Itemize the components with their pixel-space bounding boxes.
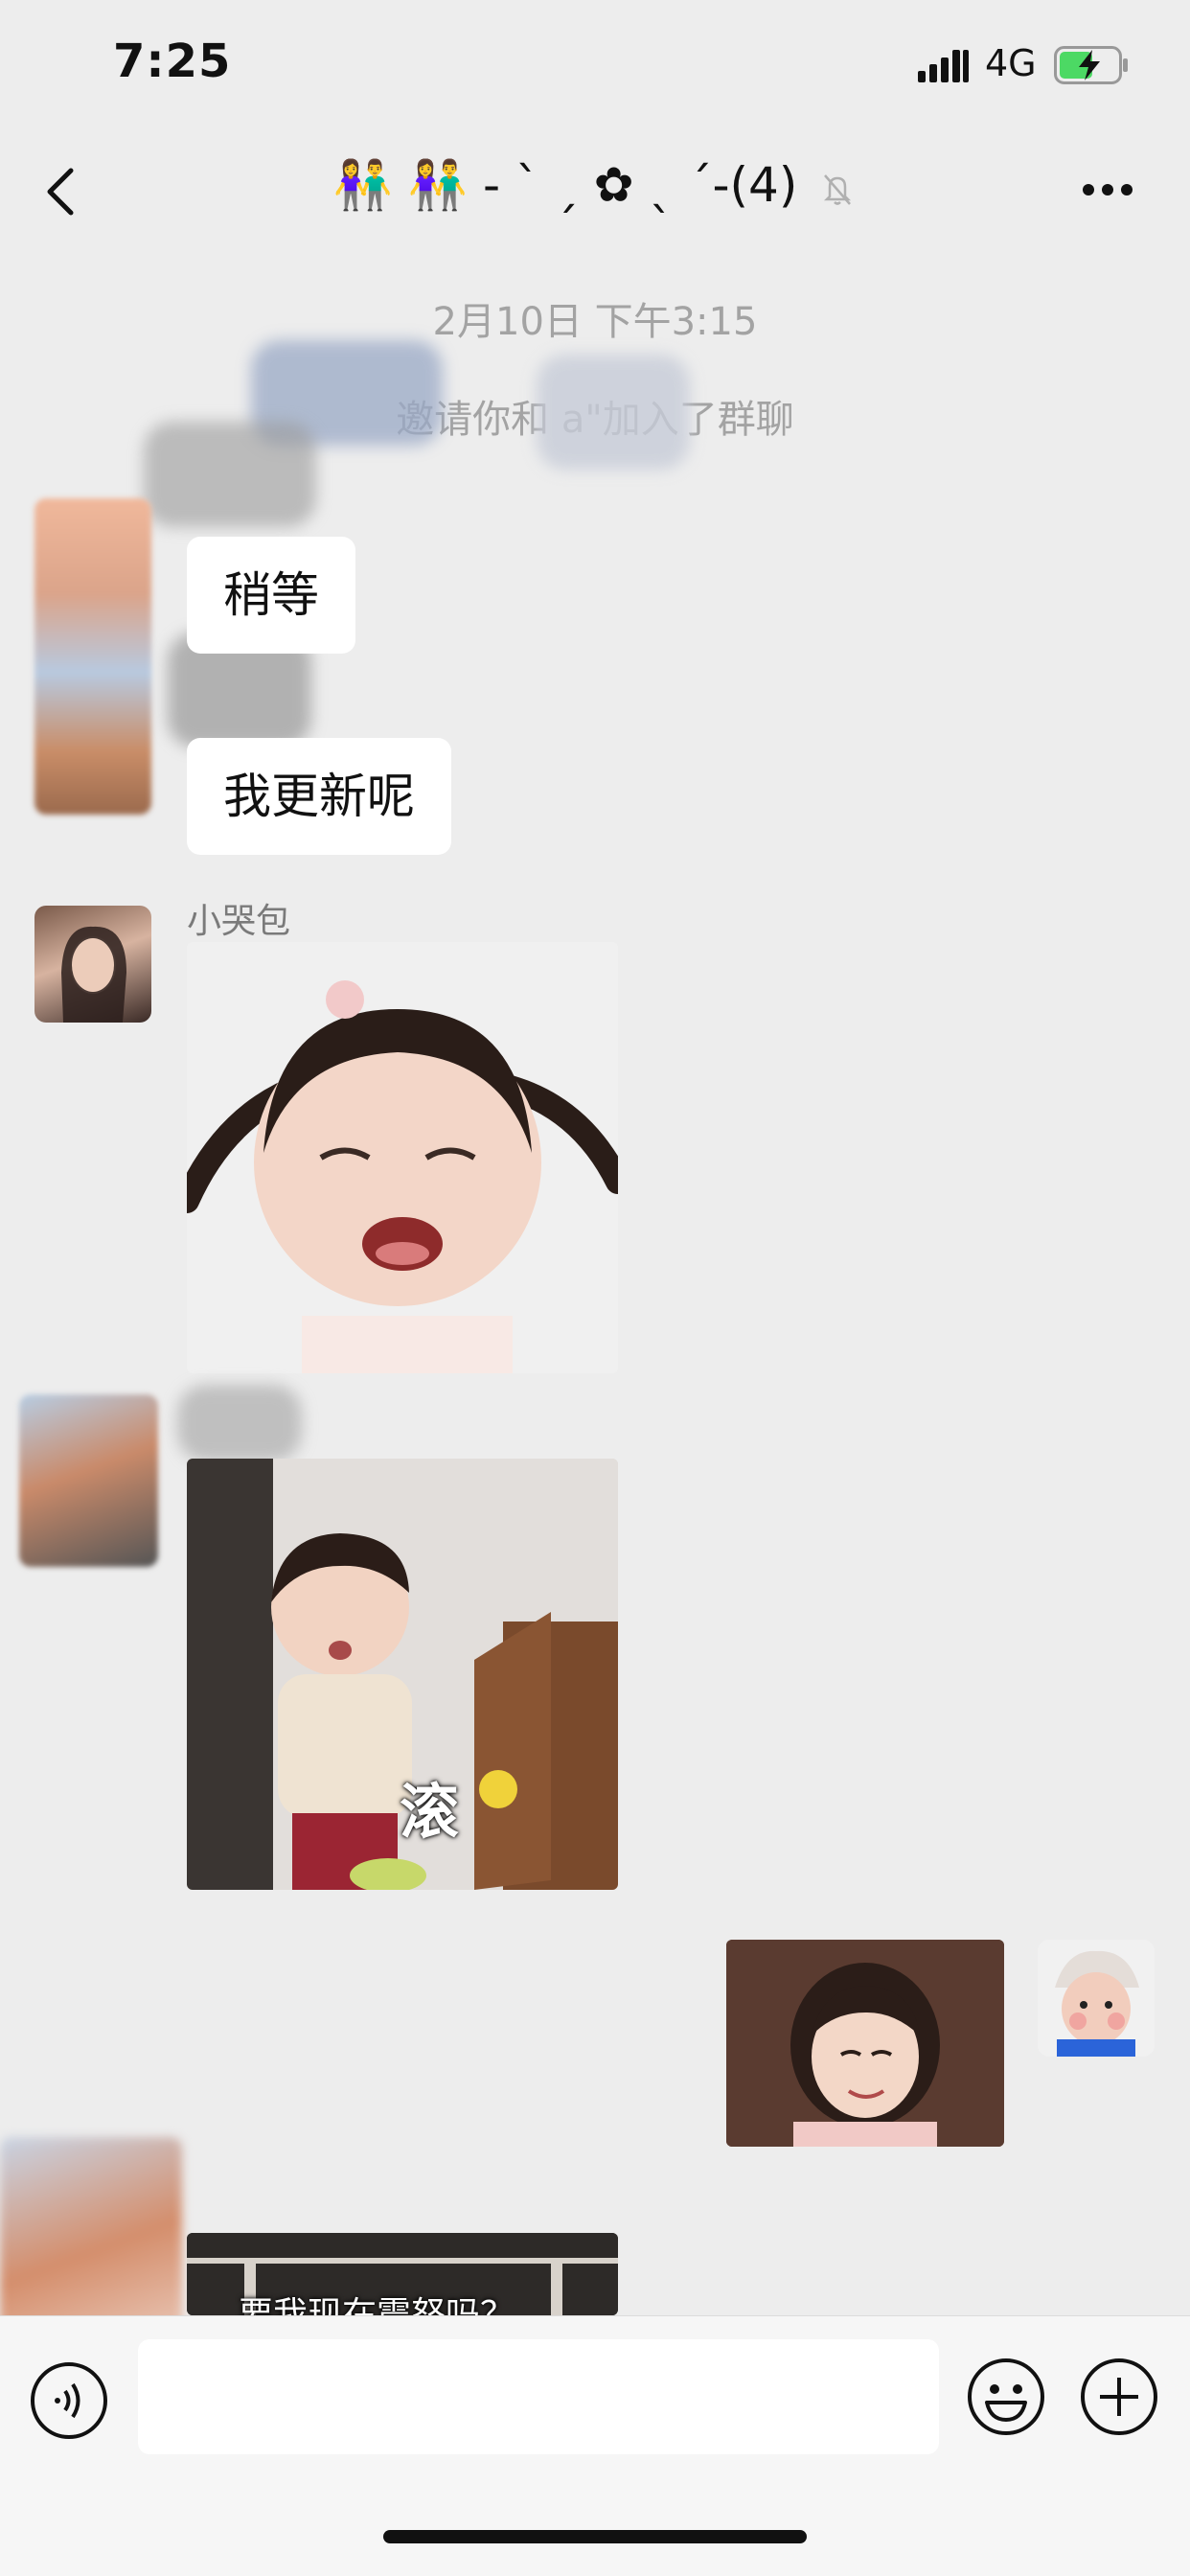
home-indicator — [383, 2530, 807, 2543]
sticker-image[interactable] — [187, 942, 618, 1373]
avatar-portrait — [61, 926, 126, 1023]
plus-icon[interactable] — [1079, 2357, 1159, 2437]
sticker-image[interactable]: 滚 — [187, 1459, 618, 1890]
battery-charging-icon — [1054, 46, 1128, 84]
emoji-icon[interactable] — [966, 2357, 1046, 2437]
status-time: 7:25 — [113, 34, 232, 88]
voice-icon[interactable] — [29, 2360, 109, 2441]
more-icon[interactable] — [1081, 182, 1134, 197]
avatar[interactable] — [34, 906, 151, 1023]
self-avatar[interactable] — [1038, 1940, 1155, 2057]
child-avatar-illustration — [1038, 1940, 1155, 2057]
network-label: 4G — [985, 42, 1037, 84]
message-bubble[interactable]: 我更新呢 — [187, 738, 451, 855]
sticker-image[interactable]: 要我现在震怒吗？ — [187, 2233, 618, 2315]
sticker-caption: 要我现在震怒吗？ — [239, 2295, 515, 2315]
chat-title[interactable]: 👫 👫 - ` ˏ ✿ ˎ ´-(4) — [0, 157, 1190, 214]
chat-screen: 7:25 4G 👫 👫 - ` ˏ ✿ ˎ ´-(4) 2月10日 下午3:15… — [0, 0, 1190, 2576]
avatar[interactable] — [34, 498, 151, 815]
avatar[interactable] — [19, 1394, 158, 1567]
message-bubble[interactable]: 稍等 — [187, 537, 355, 654]
status-bar: 7:25 4G — [0, 0, 1190, 134]
sticker-image[interactable] — [726, 1940, 1004, 2147]
message-timestamp: 2月10日 下午3:15 — [432, 300, 758, 344]
nav-bar: 👫 👫 - ` ˏ ✿ ˎ ´-(4) — [0, 134, 1190, 249]
mute-bell-icon — [824, 173, 852, 205]
redaction-smudge — [177, 1385, 302, 1461]
message-input[interactable] — [138, 2339, 939, 2454]
sender-name: 小哭包 — [187, 902, 291, 941]
redaction-smudge — [144, 422, 316, 527]
sticker-caption: 滚 — [400, 1777, 460, 1847]
signal-icon — [918, 50, 969, 82]
smiling-girl-illustration — [726, 1940, 1004, 2147]
chat-title-text: 👫 👫 - ` ˏ ✿ ˎ ´-(4) — [332, 157, 798, 213]
redaction-smudge — [537, 355, 690, 470]
crying-girl-illustration — [187, 942, 618, 1373]
